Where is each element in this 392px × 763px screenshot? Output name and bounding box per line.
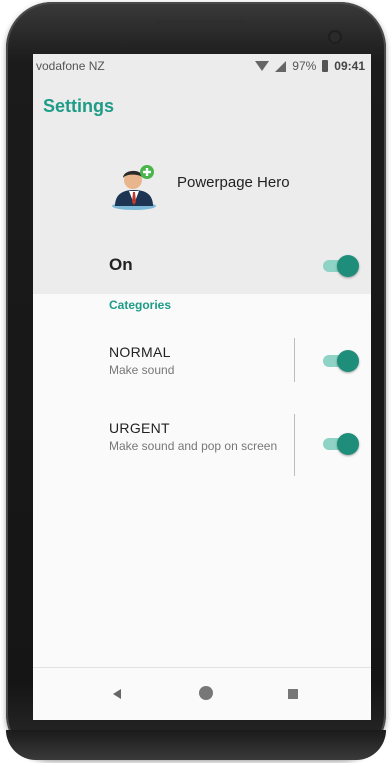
- screen: vodafone NZ 97% 09:41 Settings Powerpage…: [33, 54, 371, 720]
- speaker-grille: [156, 20, 246, 25]
- recents-icon[interactable]: [288, 689, 298, 699]
- category-urgent-toggle[interactable]: [323, 433, 359, 455]
- front-camera: [328, 30, 342, 44]
- master-toggle-label: On: [109, 255, 133, 274]
- battery-percent: 97%: [292, 59, 317, 73]
- wifi-icon: [255, 61, 270, 71]
- settings-header: Settings Powerpage Hero On: [33, 78, 371, 294]
- phone-frame: vodafone NZ 97% 09:41 Settings Powerpage…: [6, 2, 386, 760]
- app-name: Powerpage Hero: [177, 174, 290, 191]
- signal-icon: [275, 60, 287, 72]
- categories-heading: Categories: [109, 298, 172, 312]
- clock: 09:41: [334, 59, 365, 73]
- category-normal[interactable]: NORMAL Make sound: [109, 344, 359, 378]
- page-title: Settings: [43, 96, 115, 116]
- carrier-label: vodafone NZ: [36, 59, 105, 73]
- category-description: Make sound and pop on screen: [109, 439, 278, 453]
- category-description: Make sound: [109, 363, 175, 377]
- category-divider: [294, 338, 295, 382]
- category-divider: [294, 414, 295, 476]
- phone-bottom-edge: [6, 730, 386, 760]
- toggle-thumb: [337, 350, 359, 372]
- status-bar: vodafone NZ 97% 09:41: [33, 54, 371, 78]
- home-icon[interactable]: [199, 686, 213, 700]
- status-icons: 97% 09:41: [255, 59, 365, 73]
- category-normal-toggle[interactable]: [323, 350, 359, 372]
- back-icon[interactable]: [113, 689, 121, 699]
- navigation-bar: [33, 667, 371, 720]
- category-urgent[interactable]: URGENT Make sound and pop on screen: [109, 420, 359, 454]
- category-name: NORMAL: [109, 344, 171, 360]
- master-toggle[interactable]: [323, 255, 359, 277]
- battery-icon: [322, 60, 329, 72]
- toggle-thumb: [337, 255, 359, 277]
- person-avatar-icon: [112, 165, 156, 210]
- category-name: URGENT: [109, 420, 170, 436]
- toggle-thumb: [337, 433, 359, 455]
